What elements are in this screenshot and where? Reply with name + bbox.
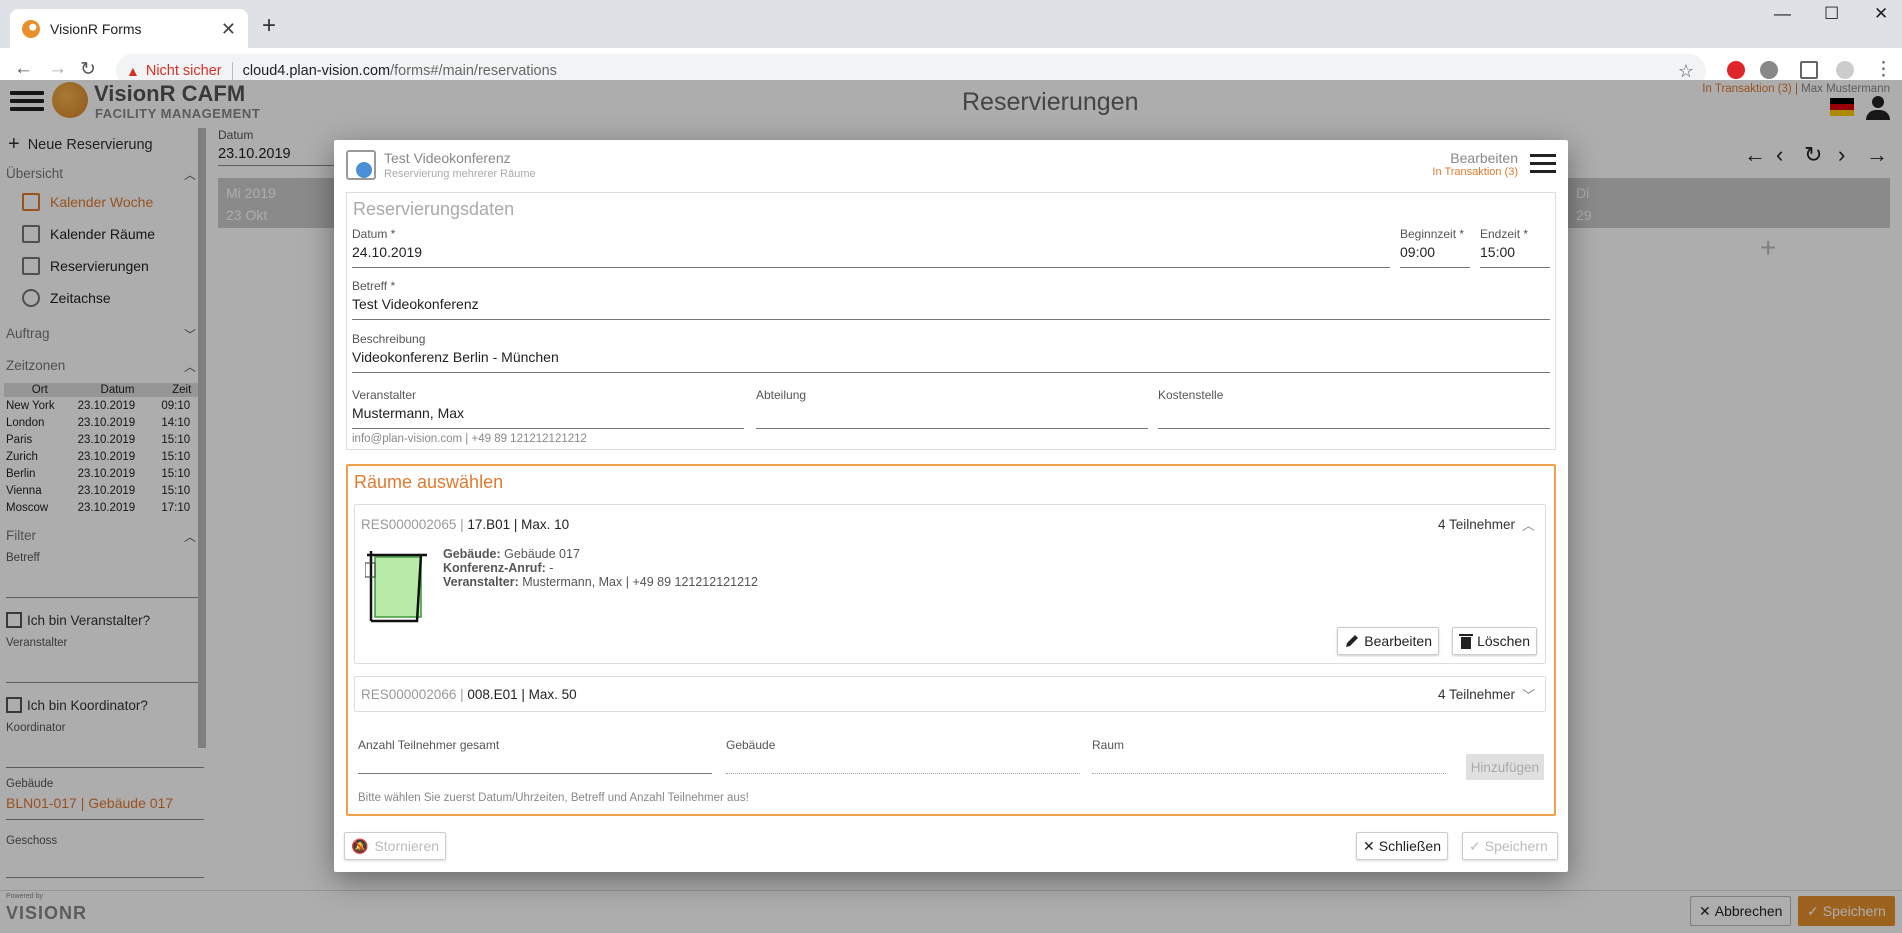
participant-count: 4 Teilnehmer: [1437, 517, 1515, 532]
bookmark-star-icon[interactable]: ☆: [1678, 61, 1694, 82]
opera-extension-icon[interactable]: [1727, 61, 1745, 79]
url-host: cloud4.plan-vision.com: [242, 63, 391, 79]
room-card[interactable]: RES000002066 | 008.E01 | Max. 50 4 Teiln…: [354, 676, 1546, 712]
warning-icon: ▲: [126, 63, 140, 79]
back-icon[interactable]: ←: [14, 58, 33, 80]
veranstalter-field[interactable]: Veranstalter Mustermann, Max: [352, 388, 744, 429]
beginnzeit-field[interactable]: Beginnzeit * 09:00: [1400, 227, 1470, 268]
close-tab-icon[interactable]: ✕: [221, 19, 236, 40]
rooms-title: Räume auswählen: [354, 472, 504, 492]
hinzufuegen-button[interactable]: Hinzufügen: [1465, 754, 1544, 780]
reload-icon[interactable]: ↻: [80, 58, 96, 81]
dialog-header: Test Videokonferenz Reservierung mehrerer…: [346, 150, 536, 180]
endzeit-field[interactable]: Endzeit * 15:00: [1480, 227, 1550, 268]
abteilung-field[interactable]: Abteilung: [756, 388, 1148, 429]
chevron-down-icon[interactable]: ﹀: [1522, 685, 1535, 704]
cast-icon[interactable]: [1800, 61, 1818, 79]
room-details: Gebäude: Gebäude 017 Konferenz-Anruf: - …: [443, 547, 758, 589]
contact-info: info@plan-vision.com | +49 89 1212121212…: [352, 433, 587, 445]
dialog-menu-icon[interactable]: [1530, 154, 1556, 174]
videoconference-icon: [346, 150, 376, 180]
room-delete-button[interactable]: Löschen: [1452, 627, 1537, 655]
trash-icon: [1459, 634, 1474, 649]
minimize-icon[interactable]: —: [1774, 4, 1791, 24]
dialog-title: Test Videokonferenz: [384, 150, 511, 166]
reservation-dialog: Test Videokonferenz Reservierung mehrerer…: [334, 140, 1568, 872]
tab-title: VisionR Forms: [50, 21, 142, 37]
beschreibung-field[interactable]: Beschreibung Videokonferenz Berlin - Münc…: [352, 332, 1550, 373]
rooms-hint: Bitte wählen Sie zuerst Datum/Uhrzeiten,…: [358, 792, 749, 804]
new-tab-button[interactable]: +: [262, 12, 276, 40]
close-window-icon[interactable]: ✕: [1874, 4, 1888, 24]
schliessen-button[interactable]: ✕ Schließen: [1356, 832, 1448, 860]
bell-off-icon: 🔕: [351, 837, 369, 854]
insecure-label: Nicht sicher: [145, 63, 222, 79]
dialog-speichern-button[interactable]: ✓ Speichern: [1462, 832, 1558, 860]
profile-icon[interactable]: [1836, 61, 1854, 79]
pencil-icon: [1346, 635, 1359, 647]
extension-icon[interactable]: [1760, 61, 1778, 79]
browser-tab[interactable]: VisionR Forms ✕: [10, 9, 248, 49]
close-icon: ✕: [1363, 837, 1375, 854]
betreff-field[interactable]: Betreff * Test Videokonferenz: [352, 279, 1550, 320]
reservation-data-section: Reservierungsdaten Datum * 24.10.2019 Beg…: [346, 192, 1556, 450]
browser-menu-icon[interactable]: ⋮: [1874, 58, 1893, 81]
dialog-subtitle: Reservierung mehrerer Räume: [384, 168, 536, 180]
maximize-icon[interactable]: ☐: [1824, 4, 1839, 24]
gebaeude-field[interactable]: Gebäude: [726, 738, 1080, 774]
check-icon: ✓: [1469, 837, 1481, 854]
room-card: RES000002065 | 17.B01 | Max. 10 4 Teilne…: [354, 504, 1546, 664]
room-card-header[interactable]: RES000002065 | 17.B01 | Max. 10: [361, 517, 569, 532]
room-card-header[interactable]: RES000002066 | 008.E01 | Max. 50: [361, 687, 577, 702]
section-title: Reservierungsdaten: [353, 199, 515, 219]
rooms-section: Räume auswählen RES000002065 | 17.B01 | …: [346, 464, 1556, 816]
floorplan-thumbnail: [365, 551, 427, 623]
browser-tabbar: VisionR Forms ✕ + — ☐ ✕: [0, 0, 1902, 49]
stornieren-button[interactable]: 🔕 Stornieren: [344, 832, 447, 860]
raum-field[interactable]: Raum: [1092, 738, 1446, 774]
dialog-mode: Bearbeiten In Transaktion (3): [1432, 150, 1518, 178]
favicon-icon: [22, 20, 40, 38]
anzahl-teilnehmer-field[interactable]: Anzahl Teilnehmer gesamt: [358, 738, 712, 774]
forward-icon[interactable]: →: [48, 58, 67, 80]
kostenstelle-field[interactable]: Kostenstelle: [1158, 388, 1550, 429]
chevron-up-icon[interactable]: ︿: [1522, 515, 1535, 534]
room-edit-button[interactable]: Bearbeiten: [1337, 627, 1439, 655]
participant-count: 4 Teilnehmer: [1437, 687, 1515, 702]
url-path: /forms#/main/reservations: [390, 63, 557, 79]
datum-field[interactable]: Datum * 24.10.2019: [352, 227, 1390, 268]
